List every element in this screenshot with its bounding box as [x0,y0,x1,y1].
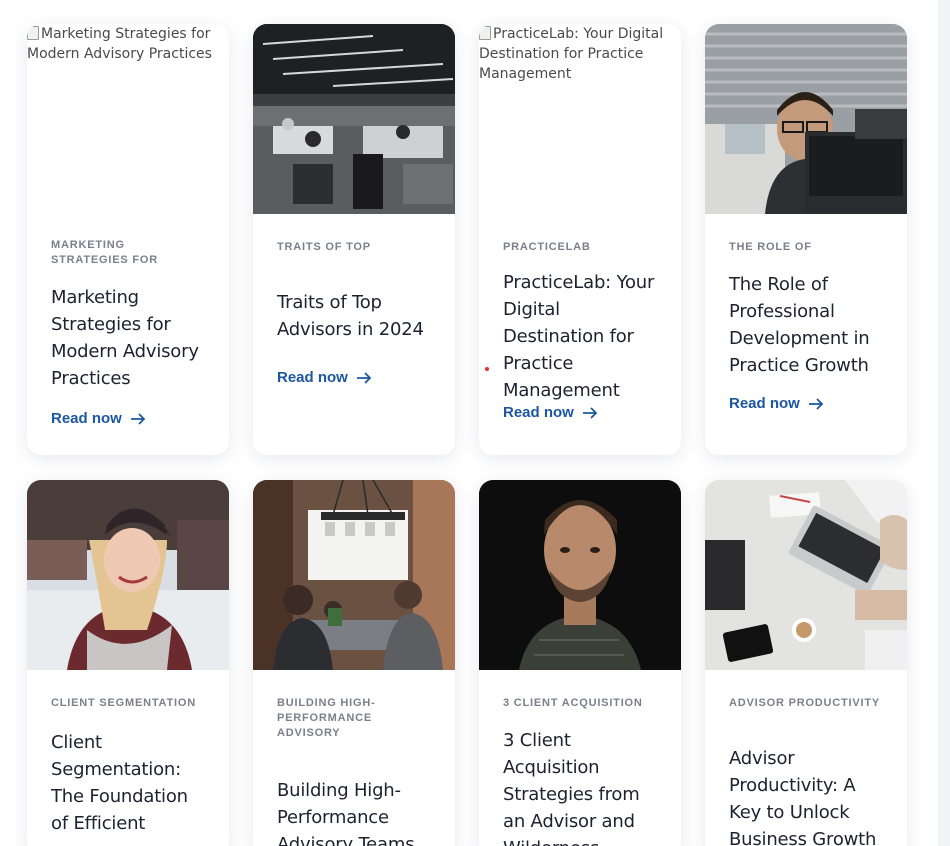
broken-image-icon [479,26,491,40]
read-now-label: Read now [503,404,574,421]
image-alt-text: PracticeLab: Your Digital Destination fo… [479,26,664,82]
article-title[interactable]: PracticeLab: Your Digital Destination fo… [503,269,657,404]
man-portrait-photo [479,480,681,670]
man-on-phone-photo [705,24,907,214]
article-image-broken[interactable]: Marketing Strategies for Modern Advisory… [27,24,229,214]
article-category: THE ROLE OF [729,241,812,253]
scrollbar-track[interactable] [938,0,950,846]
article-card[interactable]: ADVISOR PRODUCTIVITY Advisor Productivit… [705,480,907,846]
article-image-team-meeting[interactable] [253,480,455,670]
article-title[interactable]: Client Segmentation: The Foundation of E… [51,729,205,837]
broken-image-icon [27,26,39,40]
read-now-link[interactable]: Read now [51,410,146,427]
article-title[interactable]: Building High-Performance Advisory Teams [277,777,431,846]
article-title[interactable]: The Role of Professional Development in … [729,271,883,379]
article-image-phone-call[interactable] [705,24,907,214]
article-card[interactable]: PracticeLab: Your Digital Destination fo… [479,24,681,455]
article-title[interactable]: Advisor Productivity: A Key to Unlock Bu… [729,745,883,846]
article-category: 3 CLIENT ACQUISITION [503,697,643,709]
article-category: CLIENT SEGMENTATION [51,697,196,709]
article-title[interactable]: Traits of Top Advisors in 2024 [277,289,431,365]
article-card[interactable]: Marketing Strategies for Modern Advisory… [27,24,229,455]
article-category: TRAITS OF TOP [277,241,371,253]
office-photo [253,24,455,214]
article-category: BUILDING HIGH-PERFORMANCE ADVISORY [277,697,376,739]
article-image-woman-winter[interactable] [27,480,229,670]
article-card[interactable]: CLIENT SEGMENTATION Client Segmentation:… [27,480,229,846]
cursor-indicator [485,367,489,371]
article-category: PRACTICELAB [503,241,591,253]
article-image-laptop-desk[interactable] [705,480,907,670]
read-now-link[interactable]: Read now [729,395,824,412]
article-card[interactable]: 3 CLIENT ACQUISITION 3 Client Acquisitio… [479,480,681,846]
article-title[interactable]: 3 Client Acquisition Strategies from an … [503,727,657,846]
woman-winter-photo [27,480,229,670]
article-image-broken[interactable]: PracticeLab: Your Digital Destination fo… [479,24,681,214]
read-now-label: Read now [729,395,800,412]
laptop-desk-photo [705,480,907,670]
article-image-man-portrait[interactable] [479,480,681,670]
article-category: ADVISOR PRODUCTIVITY [729,697,881,709]
arrow-right-icon [356,371,372,384]
arrow-right-icon [808,397,824,410]
arrow-right-icon [130,412,146,425]
read-now-link[interactable]: Read now [503,404,598,421]
team-meeting-photo [253,480,455,670]
article-image-office[interactable] [253,24,455,214]
image-alt-text: Marketing Strategies for Modern Advisory… [27,26,212,62]
article-grid-page: Marketing Strategies for Modern Advisory… [0,0,938,846]
article-card[interactable]: THE ROLE OF The Role of Professional Dev… [705,24,907,455]
article-title[interactable]: Marketing Strategies for Modern Advisory… [51,284,205,392]
read-now-label: Read now [277,369,348,386]
article-card[interactable]: BUILDING HIGH-PERFORMANCE ADVISORY Build… [253,480,455,846]
arrow-right-icon [582,406,598,419]
article-category: MARKETING STRATEGIES FOR [51,239,158,266]
read-now-label: Read now [51,410,122,427]
article-card[interactable]: TRAITS OF TOP Traits of Top Advisors in … [253,24,455,455]
read-now-link[interactable]: Read now [277,369,372,386]
